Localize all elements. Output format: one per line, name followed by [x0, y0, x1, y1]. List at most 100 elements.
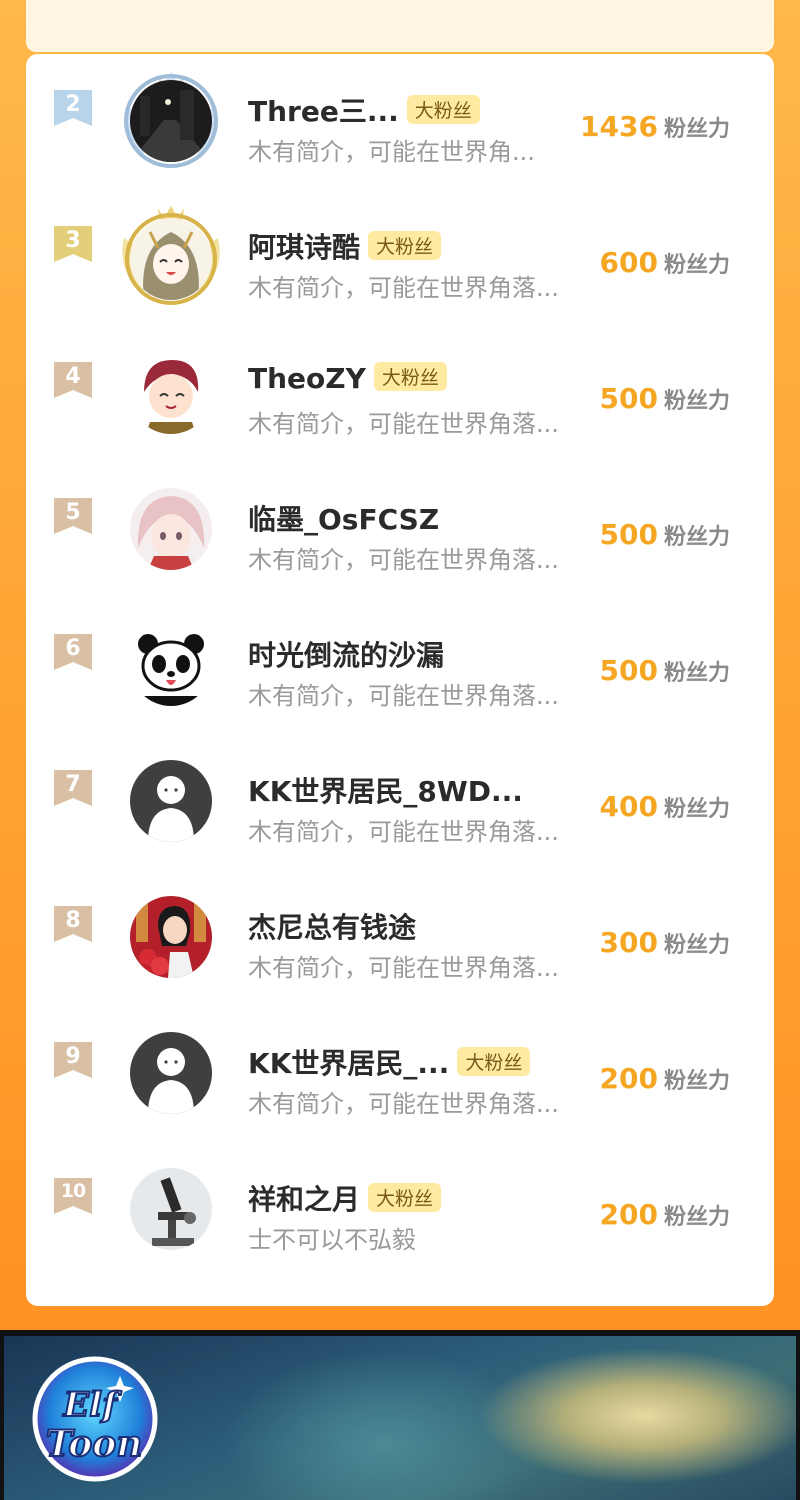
rank-badge: 9	[54, 1042, 92, 1078]
leaderboard-row[interactable]: 4 TheoZY 大粉丝 木有简介，可能在世界角落... 500 粉丝力	[26, 334, 774, 470]
fan-power-score: 300 粉丝力	[600, 926, 730, 959]
user-description: 木有简介，可能在世界角落...	[248, 274, 559, 302]
user-name[interactable]: 阿琪诗酷 大粉丝	[248, 226, 442, 266]
red-hair-boy-avatar-image	[130, 352, 212, 434]
leaderboard-row[interactable]: 5 临墨_OsFCSZ 木有简介，可能在世界角落... 500 粉丝力	[26, 470, 774, 606]
panda-avatar-image	[130, 624, 212, 706]
user-name-text: Three三...	[248, 95, 399, 128]
fan-power-score: 500 粉丝力	[600, 518, 730, 551]
avatar[interactable]	[130, 80, 212, 162]
fan-power-score: 500 粉丝力	[600, 382, 730, 415]
super-fan-badge: 大粉丝	[406, 95, 480, 124]
avatar[interactable]	[130, 488, 212, 570]
user-description: 木有简介，可能在世界角落...	[248, 818, 559, 846]
rank-badge: 8	[54, 906, 92, 942]
logo-text-elf: Elf	[62, 1385, 122, 1425]
score-unit: 粉丝力	[663, 117, 730, 142]
rank-badge: 4	[54, 362, 92, 398]
user-name[interactable]: 祥和之月 大粉丝	[248, 1178, 442, 1218]
comic-preview-image: Elf Toon	[4, 1336, 796, 1500]
woman-with-roses-avatar-image	[130, 896, 212, 978]
rank-badge: 10	[54, 1178, 92, 1214]
score-value: 600	[599, 246, 658, 279]
score-unit: 粉丝力	[663, 661, 730, 686]
user-description: 木有简介，可能在世界角...	[248, 138, 535, 166]
fan-power-score: 200 粉丝力	[600, 1062, 730, 1095]
score-unit: 粉丝力	[663, 525, 730, 550]
logo-text-toon: Toon	[46, 1423, 143, 1465]
user-name[interactable]: 临墨_OsFCSZ	[248, 498, 439, 538]
super-fan-badge: 大粉丝	[368, 231, 442, 260]
elftoon-logo: Elf Toon	[32, 1356, 158, 1482]
rank-badge: 3	[54, 226, 92, 262]
avatar[interactable]	[130, 760, 212, 842]
avatar[interactable]	[130, 218, 212, 300]
rank-badge: 2	[54, 90, 92, 126]
avatar[interactable]	[130, 624, 212, 706]
leaderboard-row[interactable]: 9 KK世界居民_... 大粉丝 木有简介，可能在世界角落... 200 粉丝力	[26, 1014, 774, 1150]
leaderboard-row[interactable]: 7 KK世界居民_8WD... 木有简介，可能在世界角落... 400 粉丝力	[26, 742, 774, 878]
score-unit: 粉丝力	[663, 253, 730, 278]
leaderboard-row[interactable]: 2 Three三... 大粉丝 木有简介，可能在世界角... 1436 粉丝力	[26, 62, 774, 198]
score-unit: 粉丝力	[663, 933, 730, 958]
leaderboard-row[interactable]: 3 阿琪诗酷 大粉丝 木有简介，可能在世界角落... 600 粉丝力	[26, 198, 774, 334]
leaderboard-frame: 2 Three三... 大粉丝 木有简介，可能在世界角... 1436 粉丝力 …	[0, 0, 800, 1330]
user-name-text: KK世界居民_8WD...	[248, 775, 523, 808]
score-unit: 粉丝力	[663, 797, 730, 822]
user-description: 士不可以不弘毅	[248, 1226, 416, 1254]
score-value: 200	[599, 1198, 658, 1231]
pink-hair-avatar-image	[130, 488, 212, 570]
user-name-text: 杰尼总有钱途	[248, 911, 417, 944]
score-unit: 粉丝力	[663, 1069, 730, 1094]
score-unit: 粉丝力	[663, 1205, 730, 1230]
leaderboard-row[interactable]: 8 杰尼总有钱途 木有简介，可能在世界角落... 300 粉丝力	[26, 878, 774, 1014]
avatar[interactable]	[130, 896, 212, 978]
user-name[interactable]: 时光倒流的沙漏	[248, 634, 444, 674]
score-value: 500	[599, 382, 658, 415]
default-user-avatar-image	[130, 1032, 212, 1114]
avatar[interactable]	[130, 1032, 212, 1114]
fan-power-score: 200 粉丝力	[600, 1198, 730, 1231]
microscope-avatar-image	[130, 1168, 212, 1250]
avatar-frame	[116, 338, 226, 448]
score-value: 300	[599, 926, 658, 959]
avatar-frame	[116, 1154, 226, 1264]
user-name[interactable]: KK世界居民_... 大粉丝	[248, 1042, 531, 1082]
score-value: 500	[599, 654, 658, 687]
avatar[interactable]	[130, 1168, 212, 1250]
user-name[interactable]: KK世界居民_8WD...	[248, 770, 523, 810]
user-description: 木有简介，可能在世界角落...	[248, 410, 559, 438]
leaderboard-row[interactable]: 6 时光倒流的沙漏 木有简介，可能在世界角落... 500 粉丝力	[26, 606, 774, 742]
user-name-text: 临墨_OsFCSZ	[248, 503, 440, 536]
super-fan-badge: 大粉丝	[373, 362, 447, 391]
fan-power-score: 1436 粉丝力	[580, 110, 730, 143]
fan-power-score: 500 粉丝力	[600, 654, 730, 687]
avatar-frame	[116, 1018, 226, 1128]
score-value: 1436	[580, 110, 658, 143]
user-name-text: KK世界居民_...	[248, 1047, 450, 1080]
comic-preview-banner[interactable]: Elf Toon	[0, 1330, 800, 1500]
avatar-frame	[116, 202, 226, 312]
avatar[interactable]	[130, 352, 212, 434]
user-description: 木有简介，可能在世界角落...	[248, 1090, 559, 1118]
user-name[interactable]: Three三... 大粉丝	[248, 90, 480, 130]
user-description: 木有简介，可能在世界角落...	[248, 546, 559, 574]
fan-power-score: 600 粉丝力	[600, 246, 730, 279]
user-name[interactable]: TheoZY 大粉丝	[248, 362, 447, 395]
user-name-text: 阿琪诗酷	[248, 231, 361, 264]
user-description: 木有简介，可能在世界角落...	[248, 954, 559, 982]
avatar-frame	[116, 474, 226, 584]
user-name-text: TheoZY	[248, 362, 366, 395]
super-fan-badge: 大粉丝	[368, 1183, 442, 1212]
anime-girl-avatar-image	[130, 218, 212, 300]
score-unit: 粉丝力	[663, 389, 730, 414]
rank-badge: 5	[54, 498, 92, 534]
leaderboard-row[interactable]: 10 祥和之月 大粉丝 士不可以不弘毅 200 粉丝力	[26, 1150, 774, 1286]
fan-power-score: 400 粉丝力	[600, 790, 730, 823]
avatar-frame	[116, 882, 226, 992]
avatar-frame	[116, 746, 226, 856]
avatar-frame	[116, 610, 226, 720]
user-name-text: 祥和之月	[248, 1183, 361, 1216]
user-description: 木有简介，可能在世界角落...	[248, 682, 559, 710]
user-name[interactable]: 杰尼总有钱途	[248, 906, 416, 946]
